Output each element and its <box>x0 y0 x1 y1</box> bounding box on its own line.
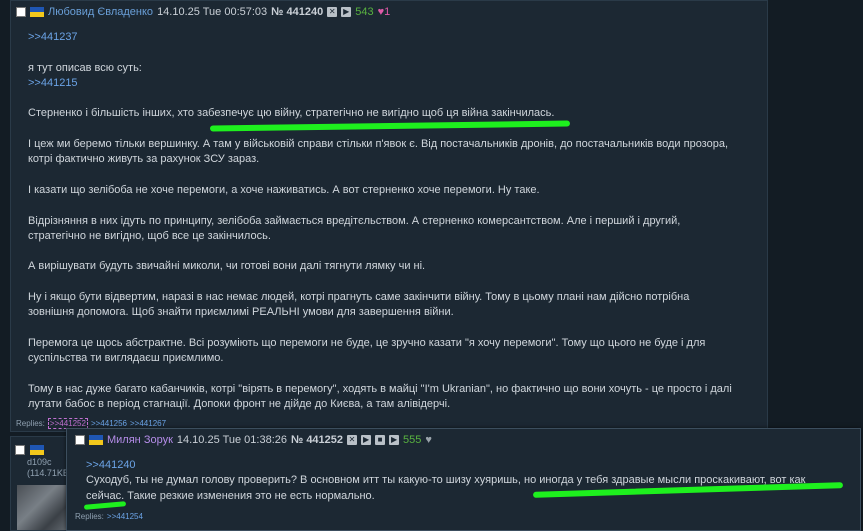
hide-post-icon[interactable]: ✕ <box>347 435 358 445</box>
post-text-line: котрі фактично живуть за рахунок ЗСУ зар… <box>28 153 260 166</box>
file-name[interactable]: d109c <box>27 457 52 467</box>
quote-link[interactable]: >>441237 <box>28 30 763 45</box>
play-icon[interactable]: ▶ <box>341 7 352 17</box>
post-select-checkbox[interactable] <box>75 435 85 445</box>
stop-icon[interactable]: ■ <box>375 435 386 445</box>
post-author[interactable]: Милян Зорук <box>107 434 173 446</box>
post-text-line: І казати що зелібоба не хоче перемоги, а… <box>28 183 540 196</box>
post-select-checkbox[interactable] <box>16 7 26 17</box>
reply-link[interactable]: >>441256 <box>91 419 127 428</box>
post-text-line: зовнішня допомога. Щоб знайти приємлимі … <box>28 306 454 319</box>
post-text-line: суспільства ти виглядаєш приємлимо. <box>28 352 224 365</box>
post-datetime: 14.10.25 Tue 01:38:26 <box>176 434 287 446</box>
post-select-checkbox[interactable] <box>15 445 25 455</box>
post-datetime: 14.10.25 Tue 00:57:03 <box>157 6 268 18</box>
ukraine-flag-icon <box>30 445 44 455</box>
post-text-line: стратегічно не вигідно, щоб все це закін… <box>28 229 271 242</box>
post-text-line: лутати бабос в період стагнації. Допоки … <box>28 398 451 411</box>
post-text-line: А вирішувати будуть звичайні миколи, чи … <box>28 260 426 273</box>
play-icon[interactable]: ▶ <box>361 435 372 445</box>
post-body: >>441237 я тут описав всю суть: >>441215 Ст… <box>28 30 763 412</box>
replies-line: Replies: >>441254 <box>75 512 143 521</box>
reply-link[interactable]: >>441254 <box>107 512 143 521</box>
replies-label: Replies: <box>75 512 104 521</box>
ukraine-flag-icon <box>89 435 103 445</box>
file-size: (114.71KB <box>27 468 69 478</box>
play-icon[interactable]: ▶ <box>389 435 400 445</box>
heart-icon[interactable]: ♥ <box>425 434 432 446</box>
likes-count: 1 <box>384 6 391 18</box>
ukraine-flag-icon <box>30 7 44 17</box>
quote-link[interactable]: >>441240 <box>86 459 136 471</box>
post-441252-popup: Милян Зорук 14.10.25 Tue 01:38:26 № 4412… <box>66 428 861 531</box>
post-text-line: Відрізняння в них ідуть по принципу, зел… <box>28 214 681 227</box>
post-text-line: Перемога це щось абстрактне. Всі розумію… <box>28 336 706 349</box>
post-author[interactable]: Любовид Євладенко <box>48 6 153 18</box>
post-text-line: Тому в нас дуже багато кабанчиків, котрі… <box>28 382 732 395</box>
quote-link[interactable]: >>441215 <box>28 76 763 91</box>
post-text-line: я тут описав всю суть: <box>28 61 142 74</box>
post-text-line: Ну і якщо бути відвертим, наразі в нас н… <box>28 291 690 304</box>
post-number[interactable]: № 441240 <box>271 6 323 18</box>
next-post-partial: d109c (114.71KB <box>10 436 70 531</box>
post-image-thumbnail[interactable] <box>17 485 69 530</box>
post-441240: Любовид Євладенко 14.10.25 Tue 00:57:03 … <box>10 0 768 432</box>
replies-line: Replies: >>441252 >>441256 >>441267 <box>16 418 166 429</box>
post-text-line: Стерненко і більшість інших, хто забезпе… <box>28 107 555 120</box>
replies-label: Replies: <box>16 419 45 428</box>
post-text-line: І цеж ми беремо тільки вершинку. А там у… <box>28 138 729 151</box>
hide-post-icon[interactable]: ✕ <box>327 7 338 17</box>
post-counter: 555 <box>403 434 422 446</box>
reply-link[interactable]: >>441267 <box>130 419 166 428</box>
post-counter: 543 <box>355 6 374 18</box>
post-body: >>441240 Суходуб, ты не думал голову про… <box>86 458 856 504</box>
post-number[interactable]: № 441252 <box>291 434 343 446</box>
